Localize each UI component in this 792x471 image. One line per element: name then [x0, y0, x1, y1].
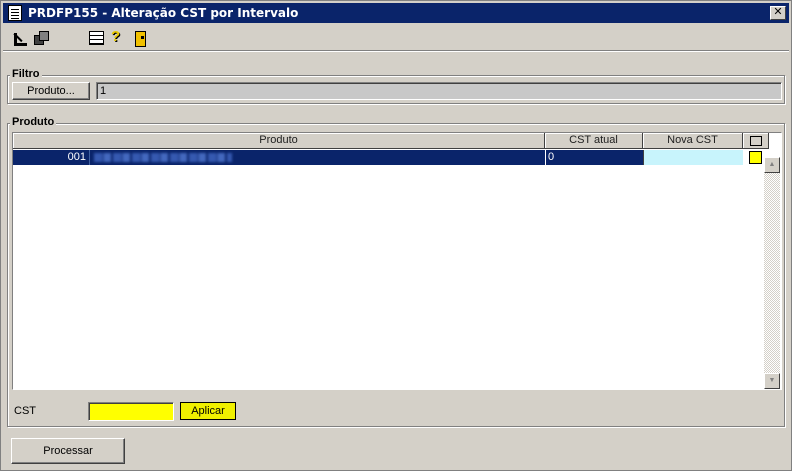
- cst-label: CST: [14, 405, 36, 417]
- vertical-scrollbar[interactable]: ▲ ▼: [764, 157, 780, 389]
- cell-codigo: 001: [13, 150, 89, 165]
- filtro-group-label: Filtro: [10, 68, 42, 80]
- redacted-product-name: [94, 153, 232, 162]
- title-bar[interactable]: PRDFP155 - Alteração CST por Intervalo ✕: [3, 3, 789, 23]
- column-header-cst-atual[interactable]: CST atual: [545, 133, 643, 149]
- cell-cst-atual: 0: [545, 150, 643, 165]
- produto-group-label: Produto: [10, 116, 57, 128]
- cst-input[interactable]: [88, 402, 174, 421]
- produto-filter-button[interactable]: Produto...: [12, 82, 90, 100]
- scroll-up-button[interactable]: ▲: [764, 157, 780, 173]
- window-title: PRDFP155 - Alteração CST por Intervalo: [28, 6, 299, 20]
- cell-nova-cst[interactable]: [643, 150, 743, 165]
- checkbox-header-icon: [750, 136, 762, 146]
- column-header-select-all[interactable]: [743, 133, 769, 149]
- row-checkbox[interactable]: [749, 151, 762, 164]
- close-button[interactable]: ✕: [770, 6, 786, 20]
- help-icon[interactable]: [110, 29, 126, 46]
- column-header-produto[interactable]: Produto: [13, 133, 545, 149]
- produto-grid[interactable]: Produto CST atual Nova CST 001 0 ▲ ▼: [12, 132, 782, 390]
- windows-icon[interactable]: [33, 30, 49, 46]
- produto-group: Produto Produto CST atual Nova CST 001 0: [7, 116, 785, 427]
- filtro-group: Filtro Produto... 1: [7, 68, 785, 104]
- document-icon: [8, 5, 22, 21]
- grid-header: Produto CST atual Nova CST: [13, 133, 769, 149]
- produto-filter-field[interactable]: 1: [96, 82, 782, 100]
- calculator-icon[interactable]: [89, 30, 104, 45]
- cell-produto-nome: [89, 150, 545, 165]
- column-header-nova-cst[interactable]: Nova CST: [643, 133, 743, 149]
- processar-button[interactable]: Processar: [11, 438, 125, 464]
- aplicar-button[interactable]: Aplicar: [180, 402, 236, 420]
- back-arrow-icon[interactable]: [11, 30, 27, 46]
- exit-door-icon[interactable]: [132, 30, 148, 47]
- toolbar: [3, 25, 789, 51]
- scroll-down-button[interactable]: ▼: [764, 373, 780, 389]
- table-row[interactable]: 001 0: [13, 150, 769, 165]
- main-window: PRDFP155 - Alteração CST por Intervalo ✕…: [0, 0, 792, 471]
